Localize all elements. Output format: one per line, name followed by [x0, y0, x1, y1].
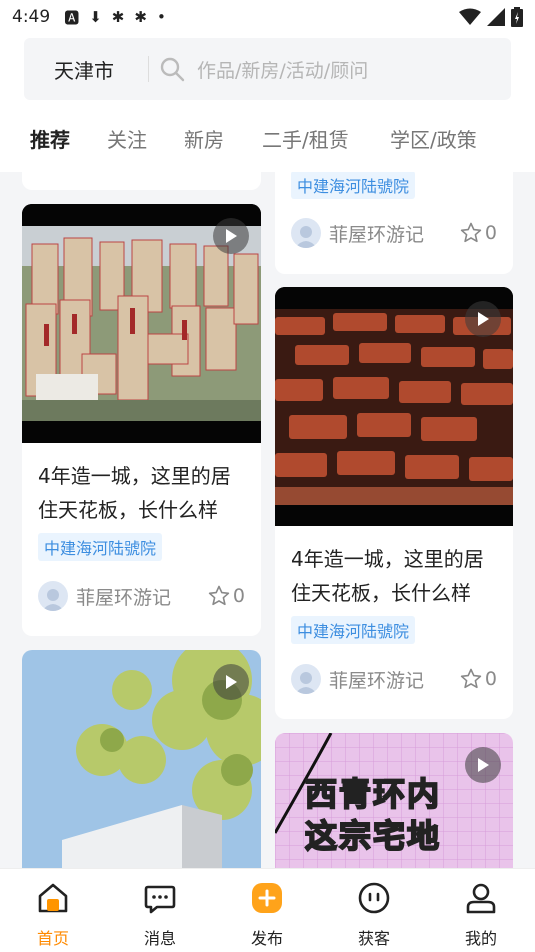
video-thumbnail[interactable]: [22, 204, 261, 443]
wifi-icon: [459, 8, 481, 25]
status-time: 4:49: [12, 7, 51, 27]
nav-label: 消息: [143, 929, 176, 948]
nav-label: 首页: [36, 929, 69, 948]
search-icon: [160, 57, 185, 82]
battery-icon: [511, 7, 523, 27]
play-icon: [478, 312, 489, 326]
avatar: [291, 664, 321, 694]
nav-customers[interactable]: 获客: [344, 881, 404, 949]
city-selector[interactable]: 天津市: [54, 55, 142, 84]
dot-icon: •: [156, 8, 166, 26]
like-count: 0: [232, 585, 245, 607]
feed-card[interactable]: 中建海河陆號院 菲屋环游记 0: [275, 172, 513, 274]
tab-bar: 推荐 关注 新房 二手/租赁 学区/政策: [0, 120, 535, 156]
tab-recommend[interactable]: 推荐: [30, 124, 70, 153]
play-icon: [478, 758, 489, 772]
status-bar: 4:49 🅰 ⬇ ✱ ✱ •: [0, 0, 535, 34]
play-icon: [226, 229, 237, 243]
tab-school-policy[interactable]: 学区/政策: [390, 124, 477, 153]
nav-profile[interactable]: 我的: [451, 881, 511, 949]
overlay-line-2: 这宗宅地: [304, 816, 442, 856]
content-feed[interactable]: 中建海河陆號院 菲屋环游记 0 4年造一城，这里的居住天花板，长什么样 中建海河…: [0, 172, 535, 868]
top-header: 天津市 作品/新房/活动/顾问 推荐 关注 新房 二手/租赁 学区/政策: [0, 34, 535, 172]
play-button[interactable]: [465, 301, 501, 337]
signal-icon: [487, 8, 505, 26]
card-meta: 菲屋环游记 0: [291, 664, 497, 694]
message-icon: [144, 885, 176, 914]
like-button[interactable]: 0: [459, 667, 497, 691]
nav-publish[interactable]: 发布: [237, 881, 297, 949]
card-meta: 菲屋环游记 0: [38, 581, 245, 611]
customer-icon: [358, 882, 390, 914]
search-input[interactable]: 作品/新房/活动/顾问: [197, 56, 368, 83]
play-button[interactable]: [465, 747, 501, 783]
publish-icon: [252, 883, 282, 913]
feed-card[interactable]: 4年造一城，这里的居住天花板，长什么样 中建海河陆號院 菲屋环游记 0: [22, 204, 261, 636]
video-thumbnail[interactable]: [22, 650, 261, 868]
like-count: 0: [484, 668, 497, 690]
nav-home[interactable]: 首页: [23, 881, 83, 949]
bottom-nav: 首页 消息 发布 获客 我的: [0, 868, 535, 952]
download-icon: ⬇: [89, 8, 102, 26]
nav-label: 我的: [464, 929, 497, 948]
bug-icon-2: ✱: [134, 8, 147, 26]
like-count: 0: [484, 222, 497, 244]
avatar: [291, 218, 321, 248]
nav-label: 获客: [357, 929, 390, 948]
avatar: [38, 581, 68, 611]
star-icon: [208, 585, 230, 606]
video-thumbnail[interactable]: 西青环内 这宗宅地: [275, 733, 513, 868]
star-icon: [460, 668, 482, 689]
like-button[interactable]: 0: [207, 584, 245, 608]
author-name[interactable]: 菲屋环游记: [329, 220, 424, 247]
home-icon: [38, 883, 68, 913]
feed-card[interactable]: 西青环内 这宗宅地: [275, 733, 513, 868]
feed-card[interactable]: [22, 172, 261, 190]
tab-follow[interactable]: 关注: [107, 124, 147, 153]
like-button[interactable]: 0: [459, 221, 497, 245]
card-title[interactable]: 4年造一城，这里的居住天花板，长什么样: [22, 459, 261, 527]
tab-second-hand-rental[interactable]: 二手/租赁: [262, 124, 349, 153]
search-bar[interactable]: 天津市 作品/新房/活动/顾问: [24, 38, 511, 100]
profile-icon: [466, 883, 496, 914]
project-tag[interactable]: 中建海河陆號院: [38, 533, 163, 561]
overlay-line-1: 西青环内: [304, 774, 442, 814]
feed-card[interactable]: 4年造一城，这里的居住天花板，长什么样 中建海河陆號院 菲屋环游记 0: [275, 287, 513, 719]
play-button[interactable]: [213, 218, 249, 254]
tab-new-house[interactable]: 新房: [184, 124, 224, 153]
overlay-text: 西青环内 这宗宅地: [304, 773, 442, 857]
card-title[interactable]: 4年造一城，这里的居住天花板，长什么样: [275, 542, 513, 610]
notification-a-icon: 🅰: [64, 8, 80, 27]
feed-card[interactable]: [22, 650, 261, 868]
author-name[interactable]: 菲屋环游记: [329, 666, 424, 693]
author-name[interactable]: 菲屋环游记: [76, 583, 171, 610]
project-tag[interactable]: 中建海河陆號院: [291, 616, 416, 644]
play-button[interactable]: [213, 664, 249, 700]
star-icon: [460, 222, 482, 243]
video-thumbnail[interactable]: [275, 287, 513, 526]
nav-messages[interactable]: 消息: [130, 881, 190, 949]
search-divider: [148, 56, 149, 82]
bug-icon: ✱: [111, 8, 125, 26]
project-tag[interactable]: 中建海河陆號院: [291, 172, 416, 199]
card-meta: 菲屋环游记 0: [291, 218, 497, 248]
play-icon: [226, 675, 237, 689]
nav-label: 发布: [250, 929, 283, 948]
